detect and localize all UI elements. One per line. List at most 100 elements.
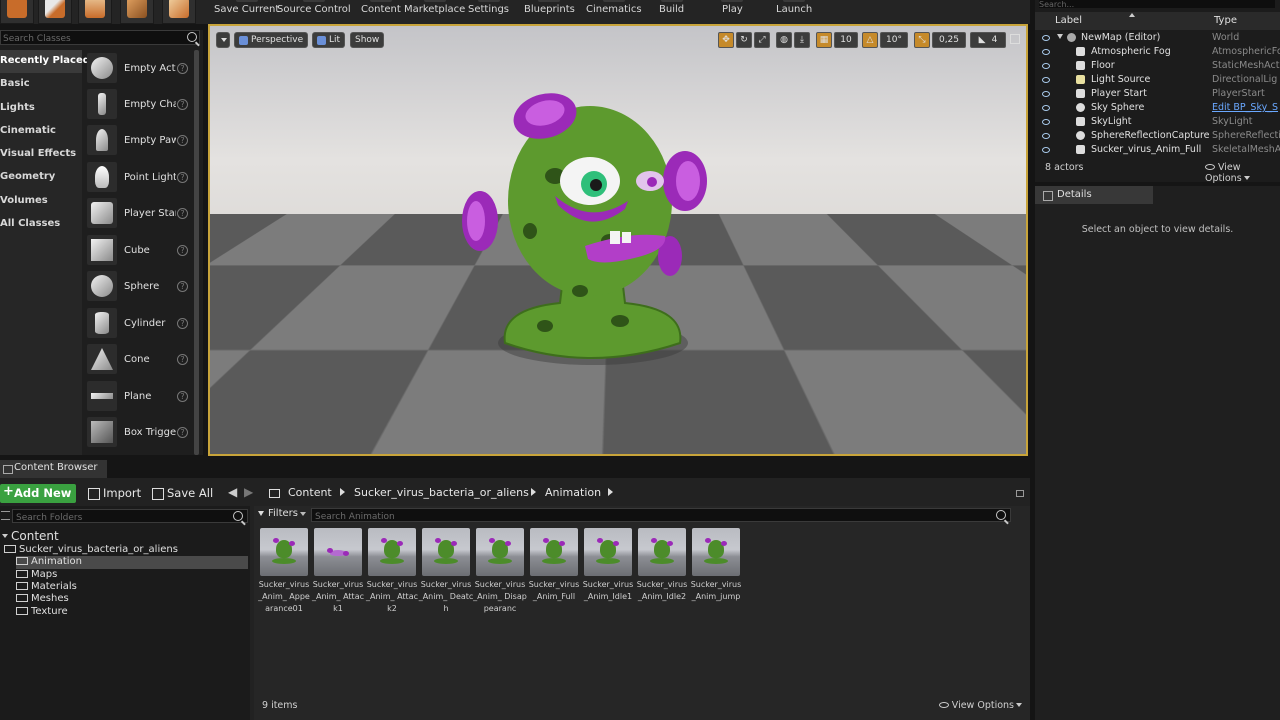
outliner-row-sphere-reflection-capture[interactable]: SphereReflectionCapture SphereReflectic bbox=[1035, 129, 1280, 143]
maximize-viewport-icon[interactable] bbox=[1010, 34, 1020, 44]
edit-blueprint-link[interactable]: Edit BP_Sky_S bbox=[1212, 102, 1280, 113]
visibility-eye-icon[interactable] bbox=[1042, 105, 1050, 111]
breadcrumb-separator-icon[interactable] bbox=[608, 488, 613, 496]
content-view-options-button[interactable]: View Options bbox=[938, 700, 1022, 711]
asset-search-box[interactable] bbox=[311, 508, 1011, 523]
search-icon[interactable] bbox=[233, 511, 243, 521]
class-item-cone[interactable]: Cone ? bbox=[84, 342, 192, 376]
camera-speed-button[interactable]: ◣ 4 bbox=[970, 32, 1006, 48]
perspective-button[interactable]: Perspective bbox=[234, 32, 309, 48]
scale-tool-icon[interactable]: ⤢ bbox=[754, 32, 770, 48]
show-button[interactable]: Show bbox=[350, 32, 385, 48]
place-mode-icon[interactable] bbox=[0, 0, 34, 24]
folder-search-input[interactable] bbox=[13, 512, 231, 524]
category-recently-placed[interactable]: Recently Placed bbox=[0, 50, 90, 74]
help-icon[interactable]: ? bbox=[177, 135, 188, 146]
forward-arrow-icon[interactable]: ▶ bbox=[244, 485, 253, 499]
asset-tile[interactable]: Sucker_virus _Anim_Idle2 bbox=[636, 528, 688, 610]
category-volumes[interactable]: Volumes bbox=[0, 190, 82, 213]
world-space-icon[interactable]: ◍ bbox=[776, 32, 792, 48]
save-current-button[interactable]: Save Current bbox=[214, 0, 279, 15]
cinematics-button[interactable]: Cinematics bbox=[586, 0, 642, 15]
expand-arrow-icon[interactable] bbox=[1057, 34, 1063, 39]
help-icon[interactable]: ? bbox=[177, 245, 188, 256]
category-visual-effects[interactable]: Visual Effects bbox=[0, 143, 82, 166]
asset-tile[interactable]: Sucker_virus _Anim_Idle1 bbox=[582, 528, 634, 610]
viewport-options-button[interactable] bbox=[216, 32, 230, 48]
help-icon[interactable]: ? bbox=[177, 318, 188, 329]
sucker-virus-creature[interactable] bbox=[460, 81, 720, 381]
outliner-row-light-source[interactable]: Light Source DirectionalLig bbox=[1035, 73, 1280, 87]
search-classes-input[interactable] bbox=[1, 32, 185, 46]
outliner-search-input[interactable]: Search... bbox=[1039, 0, 1275, 8]
landscape-mode-icon[interactable] bbox=[78, 0, 112, 24]
asset-tile[interactable]: Sucker_virus _Anim_Full bbox=[528, 528, 580, 610]
category-basic[interactable]: Basic bbox=[0, 73, 82, 96]
grid-snap-icon[interactable]: ▦ bbox=[816, 32, 832, 48]
asset-tile[interactable]: Sucker_virus _Anim_ Appearance01 bbox=[258, 528, 310, 613]
visibility-eye-icon[interactable] bbox=[1042, 119, 1050, 125]
back-arrow-icon[interactable]: ◀ bbox=[228, 485, 237, 499]
category-cinematic[interactable]: Cinematic bbox=[0, 120, 82, 143]
outliner-row-newmap[interactable]: NewMap (Editor) World bbox=[1035, 31, 1280, 45]
breadcrumb-separator-icon[interactable] bbox=[340, 488, 345, 496]
sort-ascending-icon[interactable] bbox=[1129, 13, 1135, 17]
tree-root-content[interactable]: Content bbox=[2, 529, 59, 543]
class-item-cube[interactable]: Cube ? bbox=[84, 233, 192, 267]
asset-tile[interactable]: Sucker_virus _Anim_jump bbox=[690, 528, 742, 610]
asset-tile[interactable]: Sucker_virus _Anim_ Deatch bbox=[419, 528, 473, 613]
launch-button[interactable]: Launch bbox=[776, 0, 812, 15]
breadcrumb-project[interactable]: Sucker_virus_bacteria_or_aliens bbox=[354, 486, 529, 499]
help-icon[interactable]: ? bbox=[177, 172, 188, 183]
marketplace-button[interactable]: Marketplace bbox=[404, 0, 465, 15]
settings-button[interactable]: Settings bbox=[468, 0, 509, 15]
help-icon[interactable]: ? bbox=[177, 391, 188, 402]
rotate-tool-icon[interactable]: ↻ bbox=[736, 32, 752, 48]
category-lights[interactable]: Lights bbox=[0, 97, 82, 120]
play-button[interactable]: Play bbox=[721, 0, 744, 15]
content-button[interactable]: Content bbox=[361, 0, 401, 15]
visibility-eye-icon[interactable] bbox=[1042, 91, 1050, 97]
help-icon[interactable]: ? bbox=[177, 99, 188, 110]
outliner-row-skylight[interactable]: SkyLight SkyLight bbox=[1035, 115, 1280, 129]
asset-tile[interactable]: Sucker_virus _Anim_ Disappearanc bbox=[473, 528, 527, 613]
class-item-cylinder[interactable]: Cylinder ? bbox=[84, 306, 192, 340]
visibility-eye-icon[interactable] bbox=[1042, 77, 1050, 83]
class-item-player-start[interactable]: Player Star ? bbox=[84, 196, 192, 230]
tree-folder-texture[interactable]: Texture bbox=[16, 606, 68, 619]
breadcrumb-separator-icon[interactable] bbox=[531, 488, 536, 496]
rotation-snap-icon[interactable]: △ bbox=[862, 32, 878, 48]
visibility-eye-icon[interactable] bbox=[1042, 35, 1050, 41]
add-new-button[interactable]: Add New bbox=[0, 484, 76, 510]
details-tab[interactable]: Details bbox=[1035, 186, 1153, 204]
level-viewport[interactable]: Perspective Lit Show ✥ ↻ ⤢ ◍ ⤓ ▦ 10 △ 10… bbox=[208, 24, 1028, 456]
tree-folder-animation[interactable]: Animation bbox=[16, 556, 248, 569]
outliner-view-options-button[interactable]: View Options bbox=[1205, 162, 1280, 184]
content-browser-tab[interactable]: Content Browser bbox=[0, 460, 107, 478]
column-type-header[interactable]: Type bbox=[1214, 15, 1237, 26]
rotation-snap-value[interactable]: 10° bbox=[880, 32, 908, 48]
asset-tile[interactable]: Sucker_virus _Anim_ Attack1 bbox=[312, 528, 364, 613]
surface-snap-icon[interactable]: ⤓ bbox=[794, 32, 810, 48]
search-icon[interactable] bbox=[187, 32, 197, 42]
asset-search-input[interactable] bbox=[312, 511, 992, 523]
tree-folder-meshes[interactable]: Meshes bbox=[16, 593, 69, 606]
blueprints-button[interactable]: Blueprints bbox=[524, 0, 575, 15]
help-icon[interactable]: ? bbox=[177, 427, 188, 438]
visibility-eye-icon[interactable] bbox=[1042, 49, 1050, 55]
source-control-button[interactable]: Source Control bbox=[277, 0, 351, 15]
scale-snap-value[interactable]: 0,25 bbox=[932, 32, 966, 48]
visibility-eye-icon[interactable] bbox=[1042, 147, 1050, 153]
lock-icon[interactable] bbox=[1016, 490, 1024, 497]
scale-snap-icon[interactable]: ⤡ bbox=[914, 32, 930, 48]
visibility-eye-icon[interactable] bbox=[1042, 63, 1050, 69]
class-item-empty-pawn[interactable]: Empty Paw ? bbox=[84, 123, 192, 157]
filters-button[interactable]: Filters bbox=[258, 508, 306, 519]
search-classes-box[interactable] bbox=[0, 30, 200, 46]
breadcrumb-content[interactable]: Content bbox=[288, 486, 332, 499]
help-icon[interactable]: ? bbox=[177, 63, 188, 74]
folder-search-box[interactable] bbox=[12, 509, 248, 524]
class-item-box-trigger[interactable]: Box Trigge ? bbox=[84, 415, 192, 449]
expand-arrow-icon[interactable] bbox=[2, 534, 8, 538]
paint-mode-icon[interactable] bbox=[38, 0, 72, 24]
